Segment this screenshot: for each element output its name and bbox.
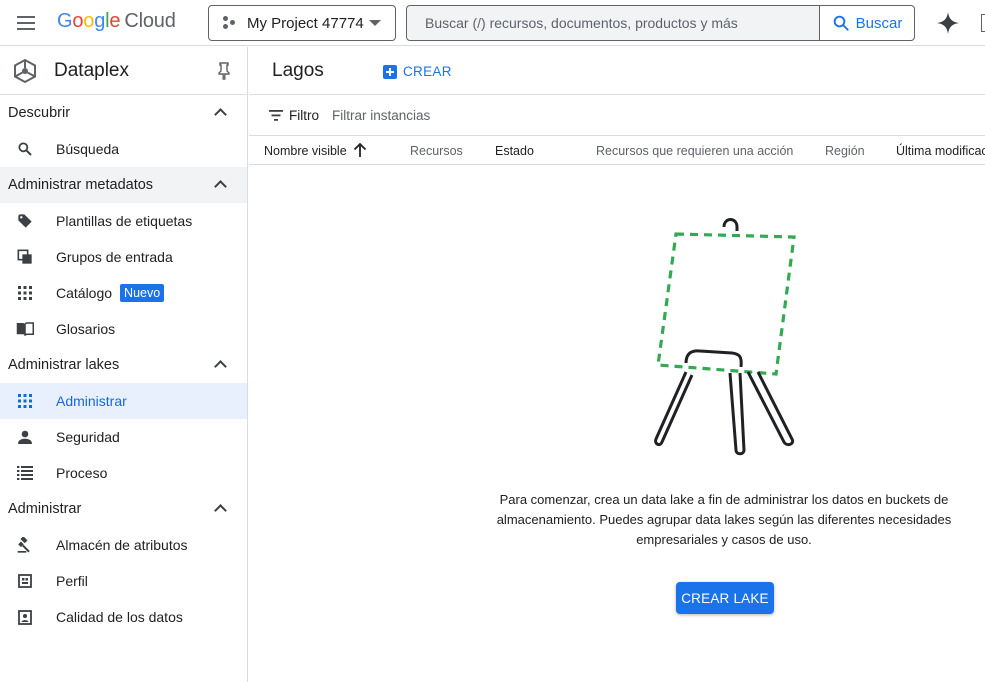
chevron-up-icon bbox=[214, 180, 227, 193]
chevron-up-icon bbox=[214, 504, 227, 517]
search-icon bbox=[16, 140, 34, 158]
cloud-shell-icon[interactable] bbox=[981, 14, 985, 32]
sidebar-item-administrar[interactable]: Administrar bbox=[0, 383, 247, 419]
sidebar-item-label: Búsqueda bbox=[56, 141, 120, 157]
search-icon bbox=[833, 15, 849, 31]
column-header-nombre[interactable]: Nombre visible bbox=[264, 144, 347, 158]
person-icon bbox=[16, 428, 34, 446]
project-picker[interactable]: My Project 47774 bbox=[208, 5, 396, 41]
product-header: Dataplex bbox=[0, 47, 247, 95]
new-badge: Nuevo bbox=[120, 284, 165, 302]
sidebar-item-perfil[interactable]: Perfil bbox=[0, 563, 247, 599]
gavel-icon bbox=[16, 536, 34, 554]
product-name: Dataplex bbox=[54, 59, 129, 81]
create-lake-button[interactable]: CREAR LAKE bbox=[676, 582, 774, 614]
column-header-acciones[interactable]: Recursos que requieren una acción bbox=[596, 144, 793, 158]
main-content: Lagos CREAR Filtro Nombre visible Recurs… bbox=[249, 47, 985, 682]
logo-letter: e bbox=[109, 10, 121, 32]
menu-icon[interactable] bbox=[14, 12, 38, 34]
filter-label[interactable]: Filtro bbox=[289, 108, 319, 123]
sidebar-item-label: Grupos de entrada bbox=[56, 249, 173, 265]
dataplex-icon bbox=[14, 58, 36, 83]
add-box-icon bbox=[383, 64, 397, 79]
column-header-region[interactable]: Región bbox=[825, 144, 865, 158]
logo-letter: o bbox=[72, 10, 84, 32]
column-header-recursos[interactable]: Recursos bbox=[410, 144, 463, 158]
list-icon bbox=[16, 464, 34, 482]
entry-groups-icon bbox=[16, 248, 34, 266]
sidebar-item-label: Seguridad bbox=[56, 429, 120, 445]
search-bar: Buscar bbox=[406, 5, 915, 41]
column-header-estado[interactable]: Estado bbox=[495, 144, 534, 158]
filter-icon[interactable] bbox=[269, 109, 283, 121]
easel-illustration bbox=[654, 218, 796, 456]
sidebar-item-catalogo[interactable]: Catálogo Nuevo bbox=[0, 275, 247, 311]
sidebar-item-grupos-entrada[interactable]: Grupos de entrada bbox=[0, 239, 247, 275]
section-label: Descubrir bbox=[8, 105, 71, 121]
logo-letter: G bbox=[57, 10, 73, 32]
section-label: Administrar bbox=[8, 501, 82, 517]
section-descubrir[interactable]: Descubrir bbox=[0, 95, 247, 131]
sidebar-item-label: Catálogo bbox=[56, 285, 113, 301]
sidebar-item-label: Perfil bbox=[56, 573, 88, 589]
empty-state-message: Para comenzar, crea un data lake a fin d… bbox=[496, 492, 952, 547]
filter-bar: Filtro bbox=[249, 95, 985, 136]
sidebar-item-glosarios[interactable]: Glosarios bbox=[0, 311, 247, 347]
quality-icon bbox=[16, 608, 34, 626]
chevron-up-icon bbox=[214, 108, 227, 121]
sidebar-item-label: Glosarios bbox=[56, 321, 116, 337]
sidebar-item-label: Proceso bbox=[56, 465, 108, 481]
arrow-up-icon[interactable] bbox=[353, 142, 367, 158]
section-administrar-metadatos[interactable]: Administrar metadatos bbox=[0, 167, 247, 203]
sidebar-item-label: Plantillas de etiquetas bbox=[56, 213, 193, 229]
section-administrar[interactable]: Administrar bbox=[0, 491, 247, 527]
sidebar-item-label: Almacén de atributos bbox=[56, 537, 188, 553]
search-button[interactable]: Buscar bbox=[819, 6, 914, 40]
grid-icon bbox=[16, 284, 34, 302]
top-bar: Google Cloud My Project 47774 Buscar bbox=[0, 0, 985, 46]
create-button[interactable]: CREAR bbox=[383, 64, 452, 79]
section-administrar-lakes[interactable]: Administrar lakes bbox=[0, 347, 247, 383]
logo-letter: g bbox=[94, 10, 106, 32]
sidebar-item-label: Administrar bbox=[56, 393, 127, 409]
grid-icon bbox=[16, 392, 34, 410]
tag-icon bbox=[16, 212, 34, 230]
table-header: Nombre visible Recursos Estado Recursos … bbox=[249, 136, 985, 165]
sidebar-item-busqueda[interactable]: Búsqueda bbox=[0, 131, 247, 167]
filter-input[interactable] bbox=[332, 107, 632, 123]
chevron-down-icon bbox=[369, 20, 381, 26]
column-header-ultima-modificacion[interactable]: Última modificac bbox=[896, 144, 985, 158]
sidebar: Dataplex Descubrir Búsqueda Administrar … bbox=[0, 47, 248, 682]
sidebar-item-seguridad[interactable]: Seguridad bbox=[0, 419, 247, 455]
section-label: Administrar metadatos bbox=[8, 177, 154, 193]
logo-cloud-text: Cloud bbox=[124, 10, 176, 32]
google-cloud-logo[interactable]: Google Cloud bbox=[57, 10, 176, 33]
gemini-sparkle-icon[interactable] bbox=[936, 11, 960, 35]
pin-icon[interactable] bbox=[217, 62, 231, 80]
page-header: Lagos CREAR bbox=[249, 47, 985, 95]
book-icon bbox=[16, 320, 34, 338]
sidebar-item-calidad[interactable]: Calidad de los datos bbox=[0, 599, 247, 635]
project-name: My Project 47774 bbox=[247, 14, 364, 32]
create-button-label: CREAR bbox=[403, 64, 452, 79]
search-button-label: Buscar bbox=[855, 14, 903, 32]
logo-letter: o bbox=[83, 10, 95, 32]
search-input[interactable] bbox=[407, 6, 819, 40]
sidebar-item-almacen-atributos[interactable]: Almacén de atributos bbox=[0, 527, 247, 563]
sidebar-item-label: Calidad de los datos bbox=[56, 609, 183, 625]
sidebar-item-plantillas[interactable]: Plantillas de etiquetas bbox=[0, 203, 247, 239]
section-label: Administrar lakes bbox=[8, 357, 120, 373]
profile-icon bbox=[16, 572, 34, 590]
chevron-up-icon bbox=[214, 360, 227, 373]
sidebar-item-proceso[interactable]: Proceso bbox=[0, 455, 247, 491]
project-icon bbox=[223, 16, 237, 30]
page-title: Lagos bbox=[272, 59, 324, 81]
